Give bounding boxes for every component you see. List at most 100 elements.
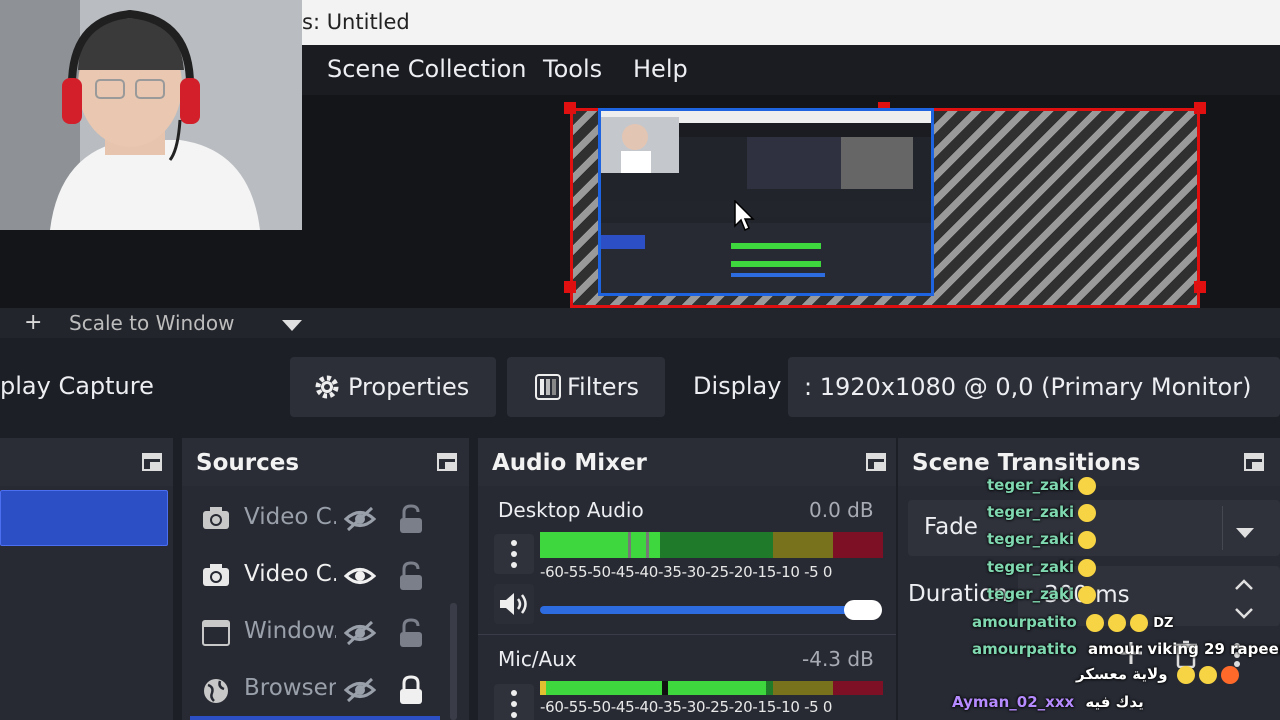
chat-message: teger_zaki (987, 476, 1097, 495)
selected-source-name: play Capture (0, 372, 154, 400)
gear-icon (314, 374, 340, 406)
chat-message: amourpatito amour viking 29 rapeer من (972, 640, 1280, 658)
chat-text: يدك فيه (1085, 693, 1144, 711)
desktop-audio-scale: -60-55-50-45-40-35-30-25-20-15-10 -5 0 (540, 563, 833, 581)
chat-username: teger_zaki (987, 476, 1075, 494)
eye-icon[interactable] (343, 563, 377, 593)
menu-scene-collection[interactable]: Scene Collection (327, 55, 527, 83)
display-value: : 1920x1080 @ 0,0 (Primary Monitor) (804, 373, 1252, 401)
nested-preview-image (598, 108, 934, 296)
scene-transitions-title: Scene Transitions (912, 450, 1141, 476)
window-title: s: Untitled (302, 10, 410, 34)
select-separator (1222, 506, 1223, 550)
undock-icon[interactable] (142, 453, 162, 471)
eye-hidden-icon[interactable] (343, 677, 377, 707)
selected-scene-row[interactable] (0, 490, 168, 546)
emoji-icon (1086, 613, 1105, 632)
resize-handle[interactable] (1194, 281, 1206, 293)
menu-tools[interactable]: Tools (543, 55, 602, 83)
source-row[interactable]: Video C... (202, 494, 442, 544)
chat-username: teger_zaki (987, 503, 1075, 521)
mic-aux-db: -4.3 dB (802, 647, 874, 671)
display-label: Display (693, 372, 782, 400)
sources-title: Sources (196, 450, 300, 476)
desktop-audio-label: Desktop Audio (498, 498, 644, 522)
menu-help[interactable]: Help (633, 55, 688, 83)
eye-hidden-icon[interactable] (343, 620, 377, 650)
resize-handle[interactable] (564, 281, 576, 293)
speaker-icon (498, 590, 532, 622)
lock-open-icon[interactable] (398, 561, 424, 595)
emoji-icon (1078, 503, 1097, 522)
filters-label: Filters (567, 373, 639, 401)
emoji-icon (1078, 558, 1097, 577)
preview-toolbar: + Scale to Window (0, 308, 1280, 338)
undock-icon[interactable] (437, 453, 457, 471)
chevron-down-icon[interactable] (1234, 604, 1254, 623)
chat-message: teger_zaki (987, 530, 1097, 549)
chat-message: ولاية معسكر (1076, 665, 1239, 684)
chat-text: amour viking 29 rapeer من (1088, 640, 1280, 658)
lock-closed-icon[interactable] (398, 675, 424, 709)
resize-handle[interactable] (564, 102, 576, 114)
chat-username: teger_zaki (987, 585, 1075, 603)
webcam-overlay (0, 0, 302, 230)
mic-aux-menu-icon[interactable] (494, 684, 534, 720)
mic-aux-scale: -60-55-50-45-40-35-30-25-20-15-10 -5 0 (540, 698, 833, 716)
chat-text: DZ (1153, 616, 1174, 631)
chat-text: ولاية معسكر (1076, 665, 1168, 683)
sources-scrollbar[interactable] (450, 603, 457, 720)
chat-username: amourpatito (972, 640, 1077, 658)
desktop-audio-meter (540, 532, 883, 558)
channel-separator (478, 634, 896, 635)
camera-icon (202, 563, 230, 591)
scale-to-window-select[interactable]: Scale to Window (69, 311, 234, 335)
fire-icon (1220, 665, 1239, 684)
emoji-icon (1176, 665, 1195, 684)
globe-icon (202, 677, 230, 709)
chevron-up-icon[interactable] (1234, 576, 1254, 595)
lock-open-icon[interactable] (398, 504, 424, 538)
chat-username: amourpatito (972, 613, 1077, 631)
source-name: Video C... (244, 561, 336, 587)
source-row[interactable]: Video C... (202, 551, 442, 601)
desktop-audio-volume-slider[interactable] (540, 598, 883, 624)
scenes-dock (0, 438, 173, 720)
chat-message: amourpatito DZ (972, 613, 1173, 632)
resize-handle[interactable] (1194, 102, 1206, 114)
camera-icon (202, 506, 230, 534)
chat-message: Ayman_02_xxx يدك فيه (952, 693, 1144, 711)
source-name: Window... (244, 618, 336, 644)
emoji-icon (1108, 613, 1127, 632)
eye-hidden-icon[interactable] (343, 506, 377, 536)
add-scene-icon[interactable]: + (24, 310, 42, 335)
undock-icon[interactable] (866, 453, 886, 471)
chat-username: teger_zaki (987, 558, 1075, 576)
mic-aux-meter (540, 681, 883, 695)
speaker-mute-button[interactable] (494, 584, 534, 624)
chat-username: teger_zaki (987, 530, 1075, 548)
properties-button[interactable]: Properties (290, 357, 496, 417)
emoji-icon (1130, 613, 1149, 632)
transition-value: Fade (924, 514, 978, 540)
chat-message: teger_zaki (987, 585, 1097, 604)
source-row[interactable]: Window... (202, 608, 442, 658)
audio-mixer-title: Audio Mixer (492, 450, 647, 476)
filters-button[interactable]: Filters (507, 357, 665, 417)
chevron-down-icon (1236, 524, 1254, 543)
emoji-icon (1078, 585, 1097, 604)
source-row[interactable]: Browser... (202, 665, 442, 715)
undock-icon[interactable] (1244, 453, 1264, 471)
emoji-icon (1078, 476, 1097, 495)
emoji-icon (1198, 665, 1217, 684)
display-select[interactable]: : 1920x1080 @ 0,0 (Primary Monitor) (788, 357, 1280, 417)
lock-open-icon[interactable] (398, 618, 424, 652)
desktop-audio-db: 0.0 dB (809, 498, 874, 522)
window-icon (202, 620, 230, 650)
chevron-down-icon[interactable] (282, 317, 302, 336)
chat-username: Ayman_02_xxx (952, 693, 1075, 711)
desktop-audio-menu-icon[interactable] (494, 534, 534, 574)
filter-icon (535, 374, 561, 406)
source-name: Video C... (244, 504, 336, 530)
source-name: Browser... (244, 675, 336, 701)
